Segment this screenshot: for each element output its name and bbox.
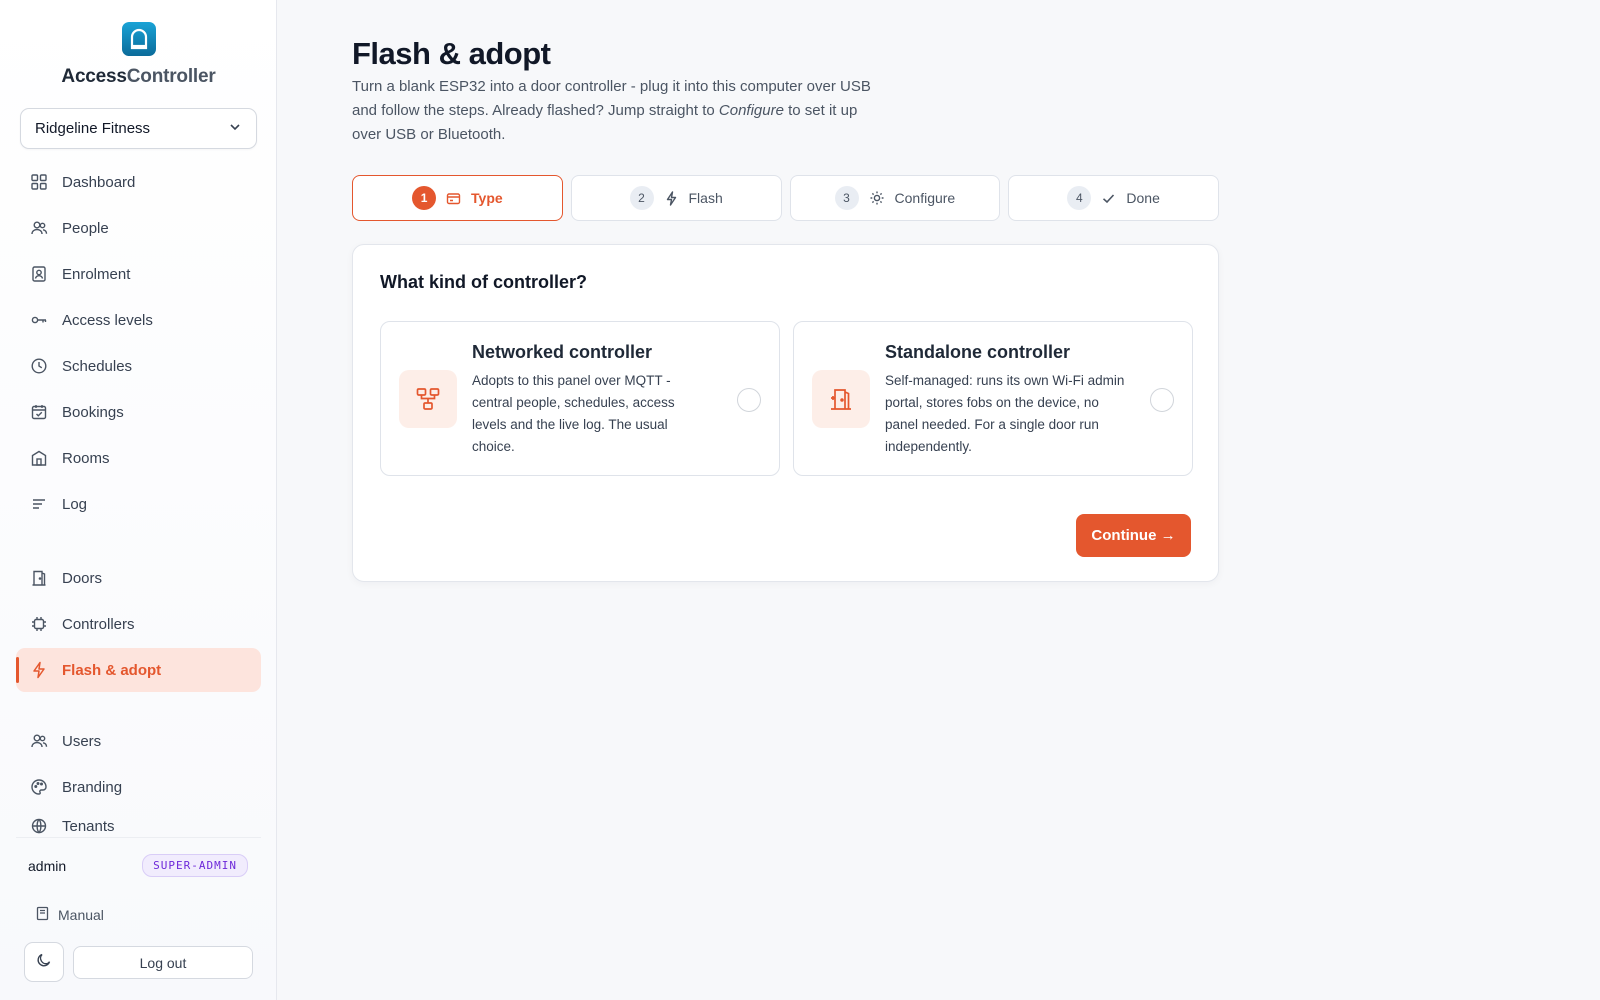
- sidebar-item-label: Controllers: [62, 615, 135, 633]
- step-flash[interactable]: 2 Flash: [570, 175, 782, 221]
- step-label: Type: [471, 190, 503, 206]
- sidebar-item-flash-adopt[interactable]: Flash & adopt: [16, 648, 261, 692]
- nav-group-hardware: Doors Controllers Flash & adopt: [16, 556, 261, 694]
- option-description: Adopts to this panel over MQTT - central…: [472, 373, 675, 454]
- role-badge: SUPER-ADMIN: [142, 854, 248, 877]
- nav-group-main: Dashboard People Enrolment Access levels…: [16, 160, 261, 528]
- clock-icon: [30, 357, 48, 375]
- standalone-door-icon: [812, 370, 870, 428]
- sidebar-item-label: Bookings: [62, 403, 124, 421]
- sidebar-item-enrolment[interactable]: Enrolment: [16, 252, 261, 296]
- option-title: Networked controller: [472, 342, 653, 362]
- sidebar-item-label: Tenants: [62, 818, 115, 835]
- bolt-icon: [30, 661, 48, 679]
- sidebar-divider: [16, 837, 261, 838]
- manual-label: Manual: [58, 907, 104, 923]
- wizard-steps: 1 Type 2 Flash 3 Configure 4 Done: [352, 175, 1219, 221]
- sidebar-item-label: Branding: [62, 778, 123, 796]
- page-title: Flash & adopt: [352, 36, 551, 71]
- key-icon: [30, 311, 48, 329]
- network-icon: [399, 370, 457, 428]
- step-label: Configure: [894, 190, 956, 206]
- sidebar-item-users[interactable]: Users: [16, 719, 261, 763]
- sidebar-item-access-levels[interactable]: Access levels: [16, 298, 261, 342]
- sidebar-item-label: Log: [62, 495, 88, 513]
- theme-toggle-button[interactable]: [24, 942, 64, 982]
- moon-icon: [36, 952, 52, 973]
- sidebar-item-label: Doors: [62, 569, 103, 587]
- sidebar-item-doors[interactable]: Doors: [16, 556, 261, 600]
- badge-icon: [30, 265, 48, 283]
- building-icon: [30, 817, 48, 835]
- lines-icon: [30, 495, 48, 513]
- sun-gear-icon: [869, 190, 885, 206]
- calendar-check-icon: [30, 403, 48, 421]
- continue-button[interactable]: Continue →: [1076, 514, 1191, 557]
- manual-link[interactable]: Manual: [35, 906, 104, 924]
- step-number: 1: [412, 186, 437, 210]
- sidebar-item-tenants[interactable]: Tenants: [16, 811, 261, 835]
- brand[interactable]: AccessController: [0, 22, 277, 88]
- current-user: admin SUPER-ADMIN: [28, 854, 248, 877]
- option-title: Standalone controller: [885, 342, 1071, 362]
- step-number: 3: [834, 186, 859, 210]
- door-icon: [30, 569, 48, 587]
- sidebar-item-label: Schedules: [62, 357, 133, 375]
- brand-logo-icon: [121, 22, 156, 56]
- grid-icon: [30, 173, 48, 191]
- users-icon: [30, 732, 48, 750]
- sidebar-item-label: Users: [62, 732, 102, 750]
- card-icon: [446, 191, 461, 206]
- step-configure[interactable]: 3 Configure: [789, 175, 1001, 221]
- option-radio[interactable]: [737, 388, 761, 412]
- logout-button[interactable]: Log out: [73, 946, 253, 979]
- sidebar-item-label: Flash & adopt: [62, 661, 162, 679]
- option-description: Self-managed: runs its own Wi-Fi admin p…: [885, 373, 1125, 454]
- sidebar-item-label: Access levels: [62, 311, 153, 329]
- step-done[interactable]: 4 Done: [1008, 175, 1219, 221]
- sidebar-item-log[interactable]: Log: [16, 482, 261, 526]
- option-radio[interactable]: [1150, 388, 1174, 412]
- sidebar-item-label: People: [62, 219, 109, 237]
- tenant-select-value: Ridgeline Fitness: [35, 120, 151, 137]
- sidebar-item-schedules[interactable]: Schedules: [16, 344, 261, 388]
- step-label: Flash: [688, 190, 723, 206]
- step-number: 2: [629, 186, 654, 210]
- step-number: 4: [1067, 186, 1092, 210]
- sidebar-item-rooms[interactable]: Rooms: [16, 436, 261, 480]
- check-icon: [1101, 191, 1116, 206]
- chip-icon: [30, 615, 48, 633]
- nav-group-admin: Users Branding Tenants: [16, 719, 261, 837]
- sidebar-item-label: Rooms: [62, 449, 110, 467]
- sidebar-item-controllers[interactable]: Controllers: [16, 602, 261, 646]
- chevron-down-icon: [228, 120, 242, 138]
- tenant-select[interactable]: Ridgeline Fitness: [20, 108, 257, 149]
- sidebar-item-branding[interactable]: Branding: [16, 765, 261, 809]
- bolt-icon: [664, 190, 679, 206]
- people-icon: [30, 219, 48, 237]
- user-name: admin: [28, 857, 67, 874]
- sidebar-item-people[interactable]: People: [16, 206, 261, 250]
- page-description: Turn a blank ESP32 into a door controlle…: [352, 78, 871, 143]
- sidebar-item-label: Enrolment: [62, 265, 131, 283]
- controller-type-card: What kind of controller? Networked contr…: [352, 244, 1219, 582]
- step-label: Done: [1126, 190, 1160, 206]
- book-icon: [35, 906, 50, 924]
- configure-link-text: Configure: [718, 102, 784, 119]
- palette-icon: [30, 778, 48, 796]
- sidebar-item-dashboard[interactable]: Dashboard: [16, 160, 261, 204]
- sidebar-item-label: Dashboard: [62, 173, 136, 191]
- card-title: What kind of controller?: [380, 272, 587, 292]
- option-standalone-controller[interactable]: Standalone controller Self-managed: runs…: [793, 321, 1193, 476]
- brand-name: AccessController: [61, 66, 216, 87]
- step-type[interactable]: 1 Type: [352, 175, 563, 221]
- room-icon: [30, 449, 48, 467]
- sidebar: AccessController Ridgeline Fitness Dashb…: [0, 0, 277, 1000]
- sidebar-item-bookings[interactable]: Bookings: [16, 390, 261, 434]
- option-networked-controller[interactable]: Networked controller Adopts to this pane…: [380, 321, 780, 476]
